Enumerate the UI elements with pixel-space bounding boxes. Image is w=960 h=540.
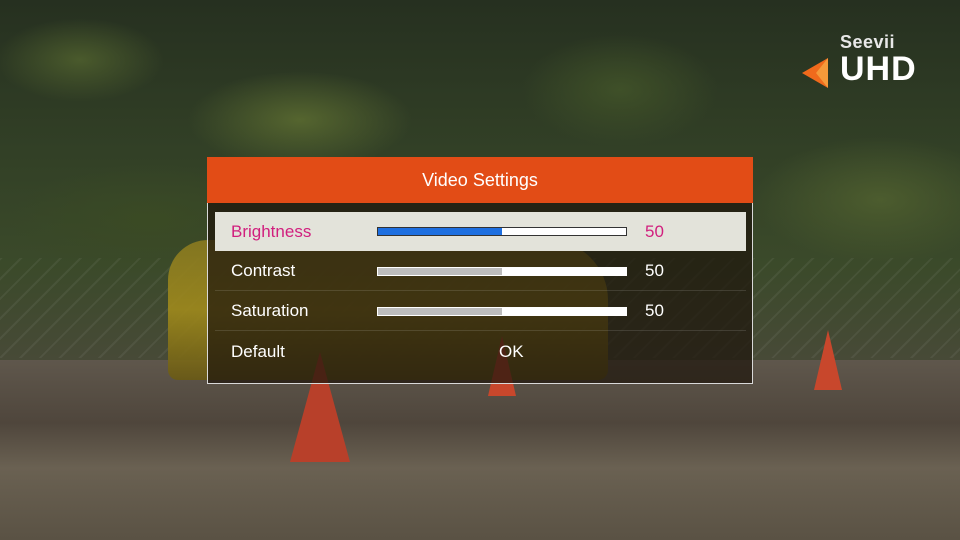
brightness-slider[interactable] [377,227,627,236]
logo-uhd-text: UHD [840,50,917,88]
brightness-slider-fill [378,228,502,235]
contrast-value: 50 [645,261,664,280]
saturation-row[interactable]: Saturation 50 [215,292,746,331]
saturation-slider-fill [378,307,502,315]
default-row[interactable]: Default OK [215,332,746,371]
brightness-value: 50 [645,221,664,241]
contrast-row[interactable]: Contrast 50 [215,252,746,291]
saturation-slider[interactable] [377,306,627,316]
logo-play-icon [802,58,828,88]
saturation-value: 50 [645,301,664,320]
saturation-label: Saturation [231,301,309,320]
contrast-label: Contrast [231,261,296,280]
default-ok-button[interactable]: OK [499,342,524,362]
contrast-slider-fill [378,267,502,275]
seevii-uhd-logo: Seevii UHD [796,32,922,94]
contrast-slider[interactable] [377,266,627,276]
dialog-title: Video Settings [207,157,753,203]
default-label: Default [231,341,285,361]
brightness-label: Brightness [231,221,312,241]
brightness-row[interactable]: Brightness 50 [215,212,746,251]
background-cone [814,330,842,390]
video-settings-dialog: Video Settings Brightness 50 Contrast 50… [207,157,753,384]
